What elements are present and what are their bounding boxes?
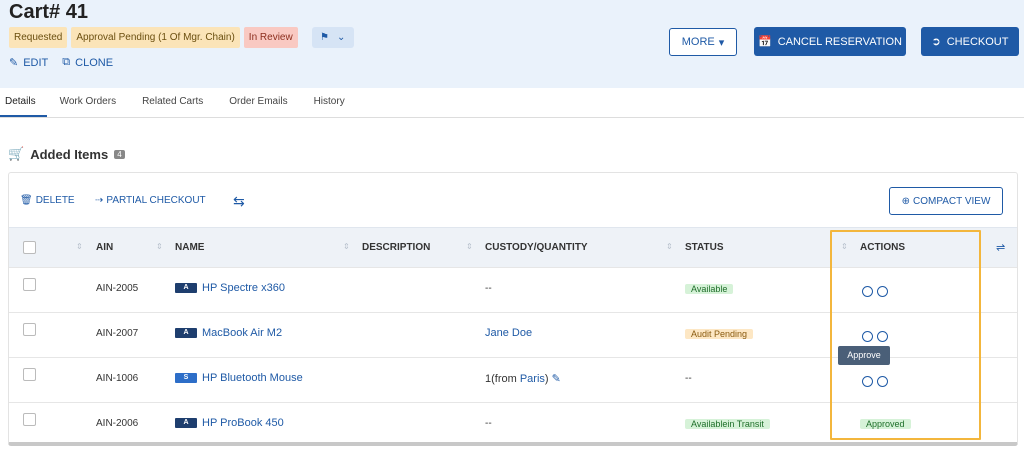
column-name[interactable]: NAME: [175, 242, 204, 253]
crosshair-icon: ⊕: [901, 195, 910, 207]
table-toolbar: 🗑 DELETE ⇢ PARTIAL CHECKOUT ⇆ ⊕ COMPACT …: [9, 173, 1017, 227]
tab-related-carts[interactable]: Related Carts: [129, 88, 216, 117]
row-status: --: [685, 373, 692, 384]
badge-approval-pending: Approval Pending (1 Of Mgr. Chain): [71, 27, 240, 48]
checkout-label: CHECKOUT: [946, 35, 1009, 48]
tab-history[interactable]: History: [301, 88, 358, 117]
row-name: HP ProBook 450: [202, 417, 284, 429]
type-tag: S: [175, 373, 197, 383]
row-status: Available: [685, 279, 734, 299]
tag-icon: ⚑: [320, 32, 329, 43]
sort-icon[interactable]: ⇕: [466, 242, 473, 251]
type-tag: A: [175, 283, 197, 293]
more-label: MORE: [681, 36, 715, 48]
row-ain: AIN-2007: [96, 328, 139, 339]
badge-requested: Requested: [9, 27, 68, 48]
column-ain[interactable]: AIN: [96, 242, 113, 253]
row-name-link[interactable]: A MacBook Air M2: [175, 327, 282, 339]
more-button[interactable]: MORE ▾: [669, 28, 737, 56]
cancel-reservation-button[interactable]: 📅 CANCEL RESERVATION: [754, 27, 906, 56]
edit-label: EDIT: [23, 56, 49, 69]
calendar-check-icon: 📅: [758, 36, 772, 48]
cancel-label: CANCEL RESERVATION: [777, 35, 902, 48]
checkout-button[interactable]: ➲ CHECKOUT: [921, 27, 1019, 56]
clone-label: CLONE: [75, 56, 114, 69]
caret-down-icon: ▾: [718, 36, 725, 49]
actions-highlight-box: [830, 230, 981, 440]
tab-work-orders[interactable]: Work Orders: [47, 88, 130, 117]
tab-details[interactable]: Details: [0, 88, 47, 117]
swap-icon[interactable]: ⇆: [233, 193, 245, 210]
delete-label: DELETE: [35, 195, 75, 206]
row-name-link[interactable]: S HP Bluetooth Mouse: [175, 372, 303, 384]
copy-icon: ⧉: [62, 56, 71, 68]
partial-checkout-label: PARTIAL CHECKOUT: [106, 195, 206, 206]
item-count-badge: 4: [114, 149, 125, 159]
select-all-checkbox[interactable]: [23, 241, 36, 254]
sort-icon[interactable]: ⇕: [666, 242, 673, 251]
type-tag: A: [175, 418, 197, 428]
cart-title: Cart# 41: [9, 1, 88, 23]
trash-icon: 🗑: [20, 195, 33, 206]
tag-dropdown-button[interactable]: ⚑ ⌄: [311, 27, 354, 48]
row-name-link[interactable]: A HP Spectre x360: [175, 282, 285, 294]
row-checkbox[interactable]: [23, 368, 36, 381]
cart-icon: 🛒: [8, 146, 25, 161]
approve-tooltip: Approve: [838, 346, 890, 365]
row-custody-link[interactable]: Jane Doe: [485, 327, 532, 339]
clone-button[interactable]: ⧉ CLONE: [62, 56, 113, 69]
status-badge: Available: [685, 284, 734, 294]
custody-suffix: ): [544, 373, 549, 385]
column-description[interactable]: DESCRIPTION: [362, 242, 430, 253]
edit-button[interactable]: ✎ EDIT: [9, 56, 49, 70]
sort-icon[interactable]: ⇕: [156, 242, 163, 251]
row-checkbox[interactable]: [23, 323, 36, 336]
section-title: Added Items: [30, 146, 109, 162]
badge-in-review: In Review: [243, 27, 298, 48]
pencil-icon[interactable]: ✎: [552, 373, 561, 385]
row-name: HP Spectre x360: [202, 282, 285, 294]
custody-prefix: 1(from: [485, 373, 520, 385]
partial-checkout-button[interactable]: ⇢ PARTIAL CHECKOUT: [95, 195, 206, 206]
sort-icon[interactable]: ⇕: [343, 242, 350, 251]
row-custody: --: [485, 283, 492, 294]
row-checkbox[interactable]: [23, 278, 36, 291]
sort-icon[interactable]: ⇕: [76, 242, 83, 251]
column-status[interactable]: STATUS: [685, 242, 724, 253]
row-name: MacBook Air M2: [202, 327, 283, 339]
compact-view-button[interactable]: ⊕ COMPACT VIEW: [889, 187, 1003, 215]
edit-actions: ✎ EDIT ⧉ CLONE: [9, 56, 113, 69]
row-custody: 1(from Paris) ✎: [485, 372, 561, 385]
row-ain: AIN-1006: [96, 373, 139, 384]
location-link[interactable]: Paris: [520, 373, 545, 385]
row-status: Audit Pending: [685, 324, 754, 344]
row-status: Availablein Transit: [685, 414, 770, 434]
type-tag: A: [175, 328, 197, 338]
arrow-circle-icon: ➲: [931, 36, 941, 48]
row-ain: AIN-2005: [96, 283, 139, 294]
tab-bar: Details Work Orders Related Carts Order …: [0, 88, 1024, 118]
row-ain: AIN-2006: [96, 418, 139, 429]
row-custody: --: [485, 418, 492, 429]
tab-order-emails[interactable]: Order Emails: [216, 88, 300, 117]
status-badge: Availablein Transit: [685, 419, 770, 429]
column-settings-icon[interactable]: ⇌: [996, 241, 1005, 254]
arrow-right-icon: ⇢: [95, 195, 104, 206]
row-name-link[interactable]: A HP ProBook 450: [175, 417, 284, 429]
delete-button[interactable]: 🗑 DELETE: [20, 195, 75, 206]
column-custody[interactable]: CUSTODY/QUANTITY: [485, 242, 588, 253]
row-checkbox[interactable]: [23, 413, 36, 426]
chevron-down-icon: ⌄: [336, 32, 346, 43]
section-heading: 🛒 Added Items 4: [8, 146, 125, 162]
compact-view-label: COMPACT VIEW: [912, 195, 991, 207]
pencil-icon: ✎: [9, 57, 19, 69]
status-badges: Requested Approval Pending (1 Of Mgr. Ch…: [9, 27, 354, 48]
cart-header: Cart# 41 Requested Approval Pending (1 O…: [0, 0, 1024, 88]
status-badge: Audit Pending: [685, 329, 754, 339]
row-name: HP Bluetooth Mouse: [202, 372, 303, 384]
